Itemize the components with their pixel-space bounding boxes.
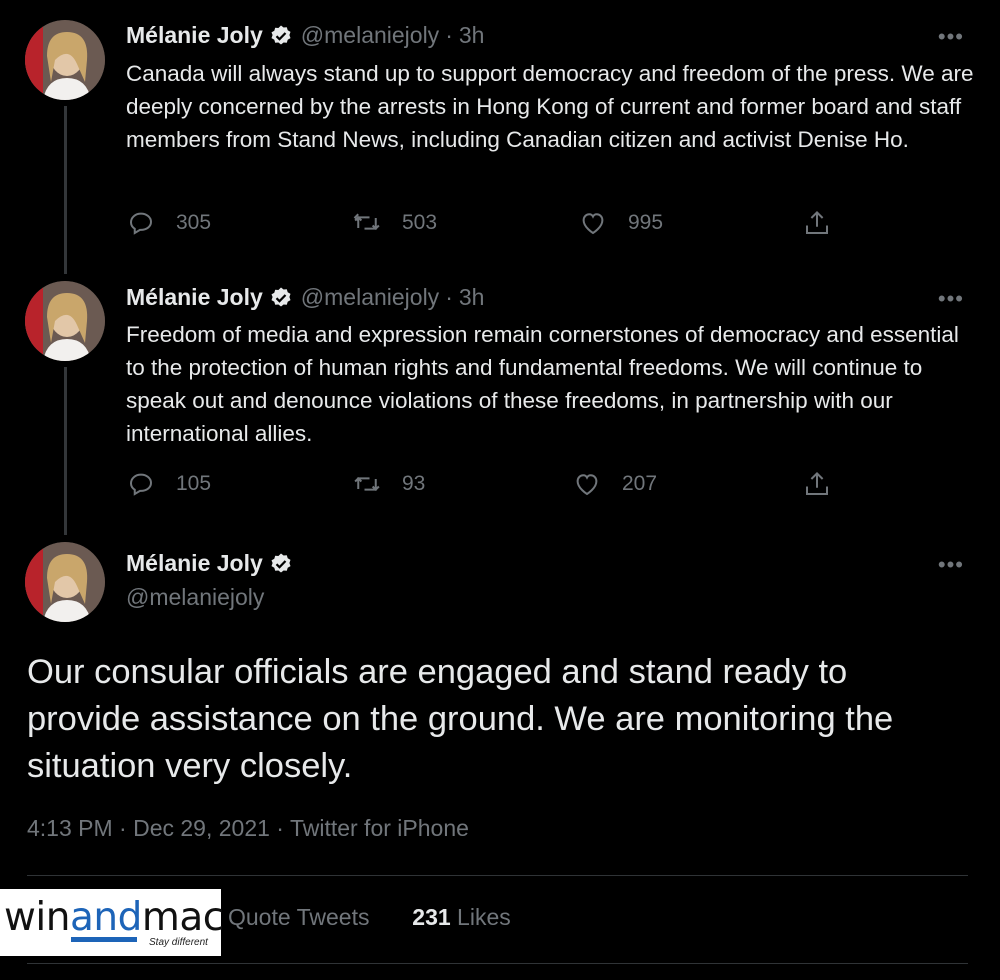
retweet-count: 503: [402, 211, 438, 234]
thread-line: [64, 106, 67, 274]
thread-line: [64, 367, 67, 535]
retweet-icon: [354, 476, 380, 492]
like-count: 207: [622, 472, 658, 495]
reply-icon: [129, 212, 153, 235]
profile-photo-icon: [25, 20, 105, 100]
watermark-logo: winandmac Stay different: [0, 889, 224, 956]
tweet-text: Our consular officials are engaged and s…: [27, 653, 894, 785]
avatar[interactable]: [25, 542, 105, 622]
like-count: 995: [628, 211, 664, 234]
reply-icon: [129, 473, 153, 496]
reply-button[interactable]: 105: [126, 469, 211, 499]
tweet-text: Canada will always stand up to support d…: [126, 61, 974, 152]
profile-photo-icon: [25, 542, 105, 622]
handle-row: @melaniejoly: [126, 584, 264, 611]
profile-photo-icon: [25, 281, 105, 361]
verified-badge-icon: [269, 24, 293, 48]
verified-badge-icon: [269, 552, 293, 576]
engagement-stats: Quote Tweets 231 Likes: [228, 904, 511, 931]
avatar[interactable]: [25, 20, 105, 100]
more-icon[interactable]: •••: [938, 552, 964, 578]
more-icon[interactable]: •••: [938, 286, 964, 312]
separator-dot: ·: [445, 22, 453, 48]
handle[interactable]: @melaniejoly: [301, 284, 439, 311]
retweet-button[interactable]: 93: [352, 469, 425, 499]
tweet-header: Mélanie Joly @melaniejoly · 3h: [126, 284, 484, 311]
like-button[interactable]: 207: [572, 469, 657, 499]
tweet-meta[interactable]: 4:13 PM · Dec 29, 2021 · Twitter for iPh…: [27, 815, 469, 842]
likes-link[interactable]: 231 Likes: [412, 904, 510, 930]
display-name[interactable]: Mélanie Joly: [126, 284, 263, 311]
tweet-header: Mélanie Joly @melaniejoly · 3h: [126, 22, 484, 49]
handle[interactable]: @melaniejoly: [301, 22, 439, 49]
share-icon: [806, 210, 828, 234]
tweet-actions: 305 503 995: [126, 208, 846, 248]
tweet-text: Freedom of media and expression remain c…: [126, 322, 959, 446]
more-icon[interactable]: •••: [938, 24, 964, 50]
share-button[interactable]: [802, 208, 852, 238]
tweet-header: Mélanie Joly: [126, 550, 293, 577]
share-icon: [806, 471, 828, 495]
watermark-tagline: Stay different: [149, 937, 208, 948]
like-icon: [582, 213, 604, 235]
tweet-actions: 105 93 207: [126, 469, 846, 509]
quote-tweets-link[interactable]: Quote Tweets: [228, 904, 370, 930]
watermark-underline: [71, 937, 137, 942]
reply-button[interactable]: 305: [126, 208, 211, 238]
retweet-button[interactable]: 503: [352, 208, 437, 238]
like-button[interactable]: 995: [578, 208, 663, 238]
display-name[interactable]: Mélanie Joly: [126, 22, 263, 49]
share-button[interactable]: [802, 469, 852, 499]
likes-count: 231: [412, 904, 451, 930]
divider: [27, 875, 968, 876]
verified-badge-icon: [269, 286, 293, 310]
retweet-count: 93: [402, 472, 426, 495]
reply-count: 105: [176, 472, 212, 495]
reply-count: 305: [176, 211, 212, 234]
retweet-icon: [353, 213, 380, 231]
timestamp[interactable]: 3h: [459, 22, 485, 49]
handle[interactable]: @melaniejoly: [126, 584, 264, 611]
avatar[interactable]: [25, 281, 105, 361]
separator-dot: ·: [445, 284, 453, 310]
display-name[interactable]: Mélanie Joly: [126, 550, 263, 577]
timestamp[interactable]: 3h: [459, 284, 485, 311]
like-icon: [576, 474, 598, 496]
divider: [27, 963, 968, 964]
likes-label: Likes: [457, 904, 511, 930]
watermark-text: winandmac: [4, 895, 224, 940]
